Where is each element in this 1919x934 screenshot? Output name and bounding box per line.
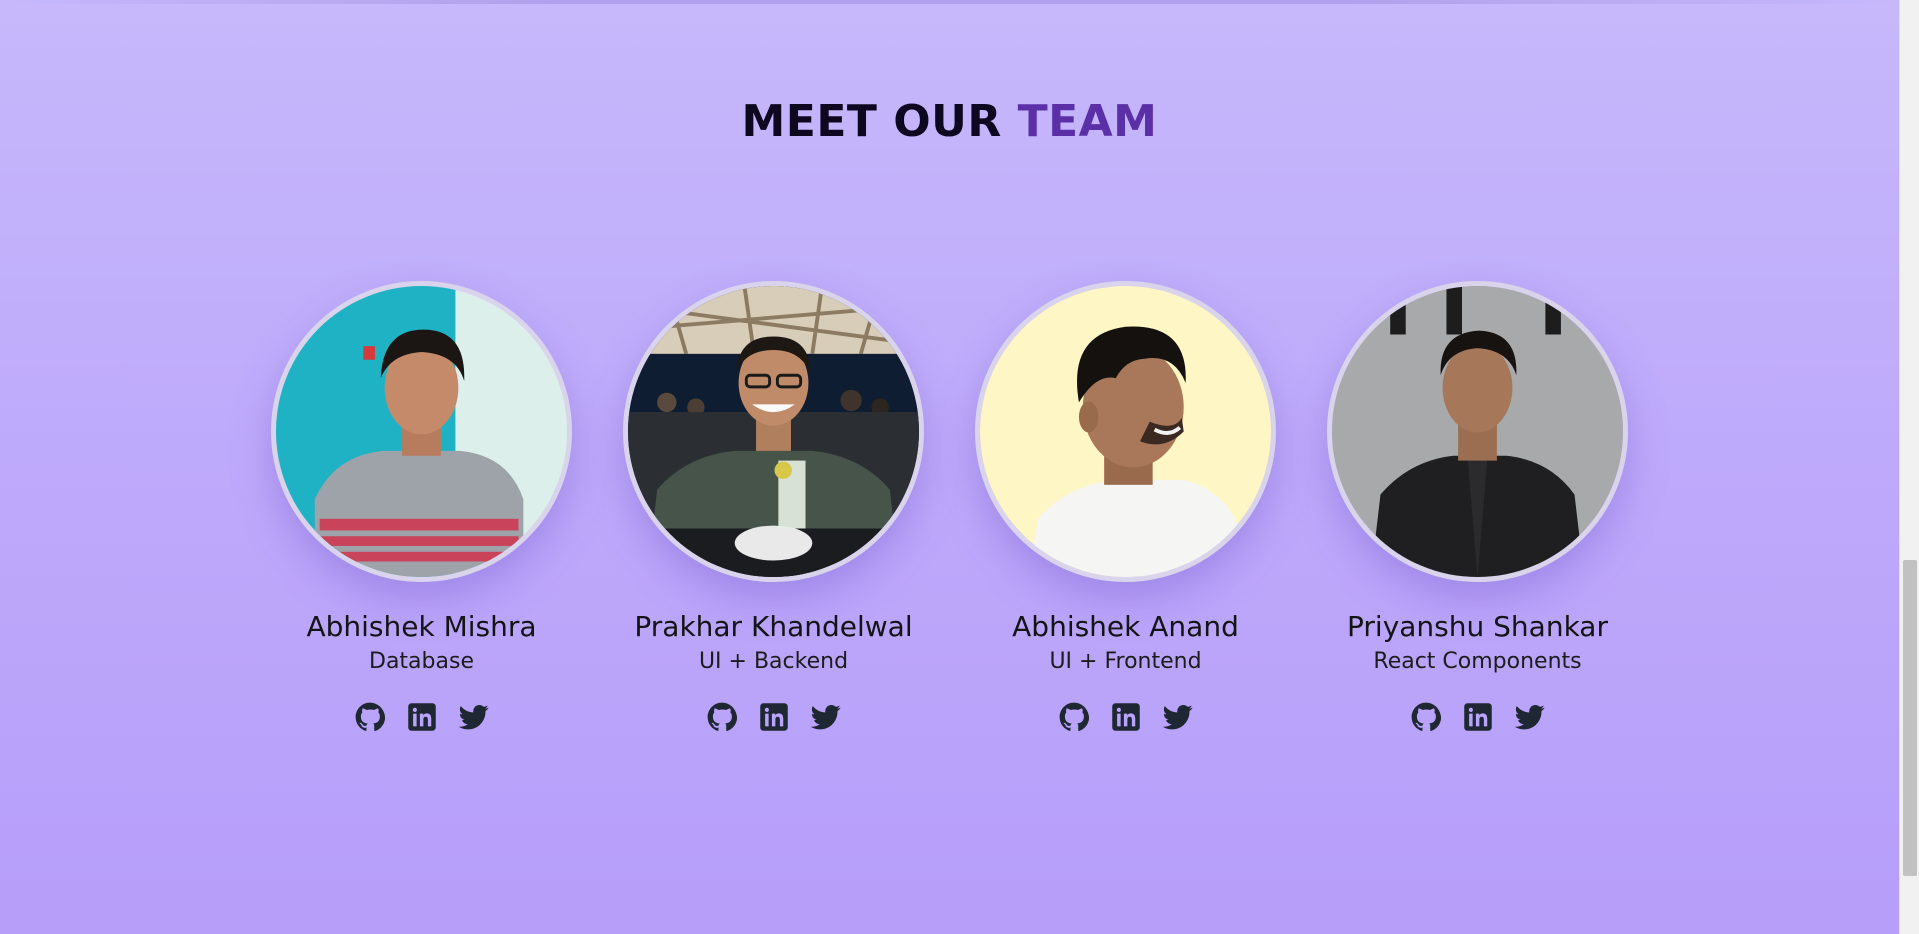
linkedin-icon[interactable]: [1111, 702, 1141, 732]
title-main: MEET OUR: [741, 96, 1018, 147]
github-icon[interactable]: [1059, 702, 1089, 732]
avatar: [975, 281, 1276, 582]
member-name: Abhishek Mishra: [306, 610, 537, 643]
linkedin-icon[interactable]: [759, 702, 789, 732]
twitter-icon[interactable]: [810, 702, 841, 732]
linkedin-icon[interactable]: [407, 702, 437, 732]
social-links: [1411, 702, 1545, 732]
title-accent: TEAM: [1017, 96, 1158, 147]
avatar: [1327, 281, 1628, 582]
section-divider: [0, 0, 1899, 4]
team-member-card: Abhishek Anand UI + Frontend: [975, 281, 1276, 732]
avatar: [623, 281, 924, 582]
team-member-card: Priyanshu Shankar React Components: [1327, 281, 1628, 732]
github-icon[interactable]: [707, 702, 737, 732]
page-scrollbar[interactable]: [1899, 0, 1919, 934]
member-role: UI + Frontend: [1049, 649, 1202, 674]
twitter-icon[interactable]: [1514, 702, 1545, 732]
twitter-icon[interactable]: [458, 702, 489, 732]
github-icon[interactable]: [355, 702, 385, 732]
member-name: Priyanshu Shankar: [1347, 610, 1608, 643]
section-title: MEET OUR TEAM: [0, 96, 1899, 147]
social-links: [1059, 702, 1193, 732]
social-links: [355, 702, 489, 732]
twitter-icon[interactable]: [1162, 702, 1193, 732]
scrollbar-thumb[interactable]: [1903, 560, 1917, 876]
member-role: React Components: [1373, 649, 1582, 674]
team-grid: Abhishek Mishra Database Prakhar Khandel…: [0, 281, 1899, 732]
team-member-card: Prakhar Khandelwal UI + Backend: [623, 281, 924, 732]
linkedin-icon[interactable]: [1463, 702, 1493, 732]
member-name: Prakhar Khandelwal: [634, 610, 913, 643]
team-member-card: Abhishek Mishra Database: [271, 281, 572, 732]
member-name: Abhishek Anand: [1012, 610, 1239, 643]
member-role: UI + Backend: [698, 649, 849, 674]
member-role: Database: [369, 649, 474, 674]
social-links: [707, 702, 841, 732]
avatar: [271, 281, 572, 582]
github-icon[interactable]: [1411, 702, 1441, 732]
